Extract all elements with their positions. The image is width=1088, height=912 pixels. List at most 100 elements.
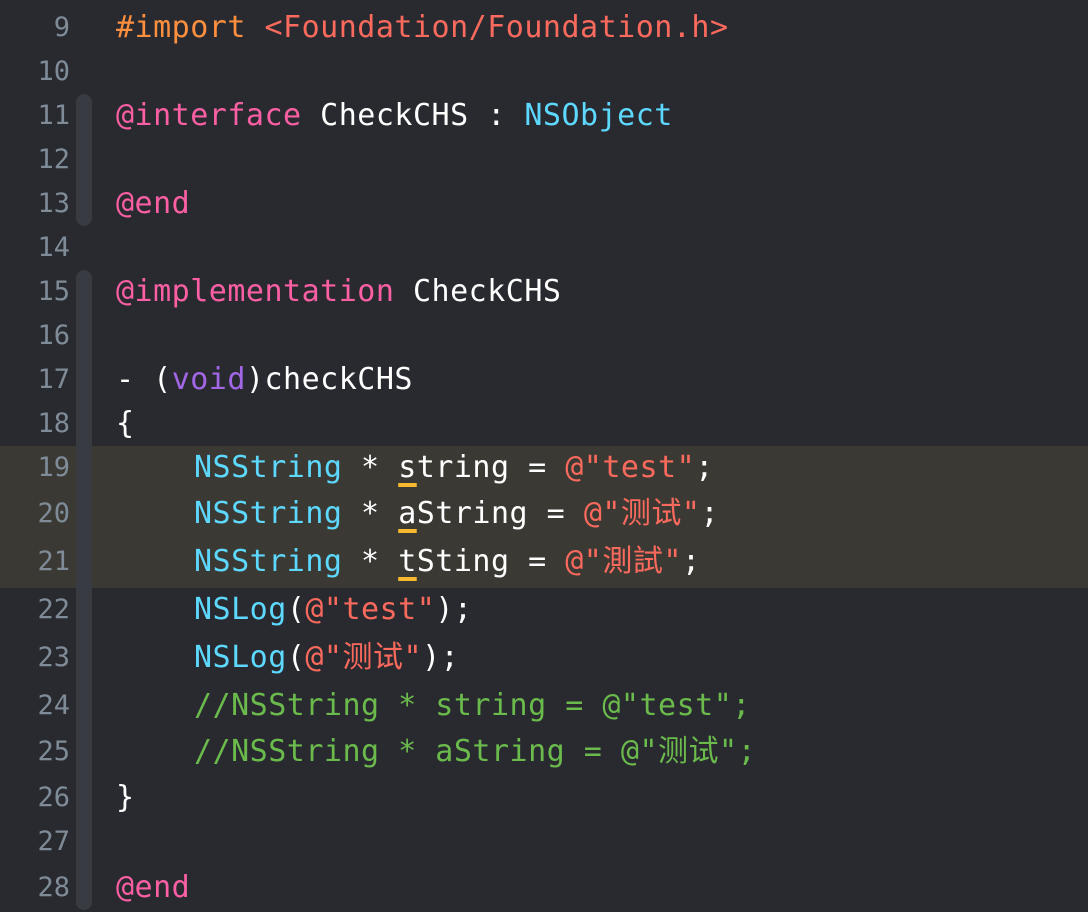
code-text[interactable]: - (void)checkCHS [116, 358, 413, 402]
code-text[interactable]: @end [116, 182, 190, 226]
code-token: #import [116, 10, 265, 45]
code-token: } [116, 780, 135, 815]
code-fold-ribbon-interface[interactable] [76, 94, 92, 226]
line-number[interactable]: 15 [0, 270, 70, 314]
code-line[interactable]: 25 //NSString * aString = @"测试"; [0, 730, 1088, 774]
code-token: NSString [194, 496, 343, 531]
code-line[interactable]: 14 [0, 226, 1088, 270]
code-token: void [171, 362, 246, 397]
line-number[interactable]: 9 [0, 6, 70, 50]
line-number[interactable]: 21 [0, 540, 70, 584]
code-token: @"test" [305, 592, 436, 627]
warning-underline-token: s [398, 450, 417, 485]
code-token: ); [422, 640, 460, 675]
line-number[interactable]: 13 [0, 182, 70, 226]
code-line[interactable]: 11 @interface CheckCHS : NSObject [0, 94, 1088, 138]
code-line[interactable]: 10 [0, 50, 1088, 94]
code-token: ); [435, 592, 473, 627]
line-number[interactable]: 11 [0, 94, 70, 138]
code-token: Sting = [416, 544, 566, 579]
line-number[interactable]: 19 [0, 446, 70, 490]
code-line[interactable]: 28 @end [0, 866, 1088, 910]
code-text[interactable]: NSString * aString = @"测试"; [194, 492, 719, 536]
code-token: @end [116, 870, 191, 905]
line-number[interactable]: 14 [0, 226, 70, 270]
code-token: NSObject [524, 98, 673, 133]
code-token: //NSString * string = @"test"; [194, 688, 751, 723]
code-editor[interactable]: 28 @end 27 26} 25//NSString * aString = @"测试… [0, 0, 1088, 912]
code-text[interactable]: //NSString * string = @"test"; [194, 684, 751, 728]
code-text[interactable]: } [116, 776, 135, 820]
code-line[interactable]: 24 //NSString * string = @"test"; [0, 684, 1088, 728]
code-text[interactable]: @interface CheckCHS : NSObject [116, 94, 673, 138]
code-token: * [342, 450, 399, 485]
code-token: @"test" [565, 450, 696, 485]
code-line[interactable]: 15 @implementation CheckCHS [0, 270, 1088, 314]
line-number[interactable]: 10 [0, 50, 70, 94]
code-line[interactable]: 20 NSString * aString = @"测试"; [0, 492, 1088, 540]
line-number[interactable]: 20 [0, 492, 70, 536]
code-text[interactable]: NSString * tSting = @"測試"; [194, 540, 701, 584]
code-line[interactable]: 9 #import <Foundation/Foundation.h> [0, 6, 1088, 50]
code-text[interactable]: //NSString * aString = @"测试"; [194, 730, 756, 774]
code-token: ; [700, 496, 720, 531]
code-fold-ribbon-implementation[interactable] [76, 270, 92, 910]
code-token: @implementation [116, 274, 395, 309]
code-token: @"測試" [565, 544, 682, 579]
code-token: NSLog [194, 640, 287, 675]
code-line[interactable]: 13 @end [0, 182, 1088, 226]
code-token: NSString [194, 544, 343, 579]
code-line[interactable]: 16 [0, 314, 1088, 358]
code-line[interactable]: 26} [0, 776, 1088, 820]
code-token: @interface [116, 98, 302, 133]
code-token: NSString [194, 450, 343, 485]
code-line[interactable]: 22 NSLog(@"test"); [0, 588, 1088, 632]
line-number[interactable]: 25 [0, 730, 70, 774]
line-number[interactable]: 16 [0, 314, 70, 358]
code-line[interactable]: 12 [0, 138, 1088, 182]
code-token: String = [416, 496, 584, 531]
warning-underline-token: t [398, 544, 417, 579]
code-token: { [116, 406, 135, 441]
code-line[interactable]: 23 NSLog(@"测试"); [0, 636, 1088, 680]
line-number[interactable]: 28 [0, 866, 70, 910]
code-token: * [342, 544, 399, 579]
line-number[interactable]: 12 [0, 138, 70, 182]
code-token: NSLog [194, 592, 287, 627]
line-number[interactable]: 22 [0, 588, 70, 632]
code-token: ( [286, 640, 306, 675]
code-line[interactable]: 27 [0, 820, 1088, 864]
code-text[interactable]: #import <Foundation/Foundation.h> [116, 6, 729, 50]
code-line[interactable]: 21 NSString * tSting = @"測試"; [0, 540, 1088, 588]
code-token: - ( [116, 362, 172, 397]
code-token: ( [286, 592, 306, 627]
code-token: CheckCHS [394, 274, 562, 309]
line-number[interactable]: 18 [0, 402, 70, 446]
code-token: <Foundation/Foundation.h> [264, 10, 729, 45]
code-token: @end [116, 186, 191, 221]
code-token: //NSString * aString = @"测试"; [194, 734, 757, 769]
code-token: )checkCHS [245, 362, 413, 397]
code-line[interactable]: 19 NSString * string = @"test"; [0, 446, 1088, 492]
code-text[interactable]: NSLog(@"测试"); [194, 636, 459, 680]
code-token: ; [681, 544, 701, 579]
code-line[interactable]: 17 - (void)checkCHS [0, 358, 1088, 402]
code-token: tring = [416, 450, 566, 485]
line-number[interactable]: 17 [0, 358, 70, 402]
code-token: * [342, 496, 399, 531]
code-text[interactable]: @implementation CheckCHS [116, 270, 562, 314]
line-number[interactable]: 27 [0, 820, 70, 864]
warning-underline-token: a [398, 496, 417, 531]
code-text[interactable]: NSLog(@"test"); [194, 588, 472, 632]
code-line[interactable]: 18 { [0, 402, 1088, 446]
code-text[interactable]: { [116, 402, 135, 446]
code-text[interactable]: NSString * string = @"test"; [194, 446, 714, 490]
line-number[interactable]: 23 [0, 636, 70, 680]
code-token: @"测试" [583, 496, 701, 531]
line-number[interactable]: 24 [0, 684, 70, 728]
code-token: @"测试" [305, 640, 423, 675]
line-number[interactable]: 26 [0, 776, 70, 820]
code-token: CheckCHS : [301, 98, 525, 133]
code-text[interactable]: @end [116, 866, 190, 910]
code-token: ; [695, 450, 714, 485]
